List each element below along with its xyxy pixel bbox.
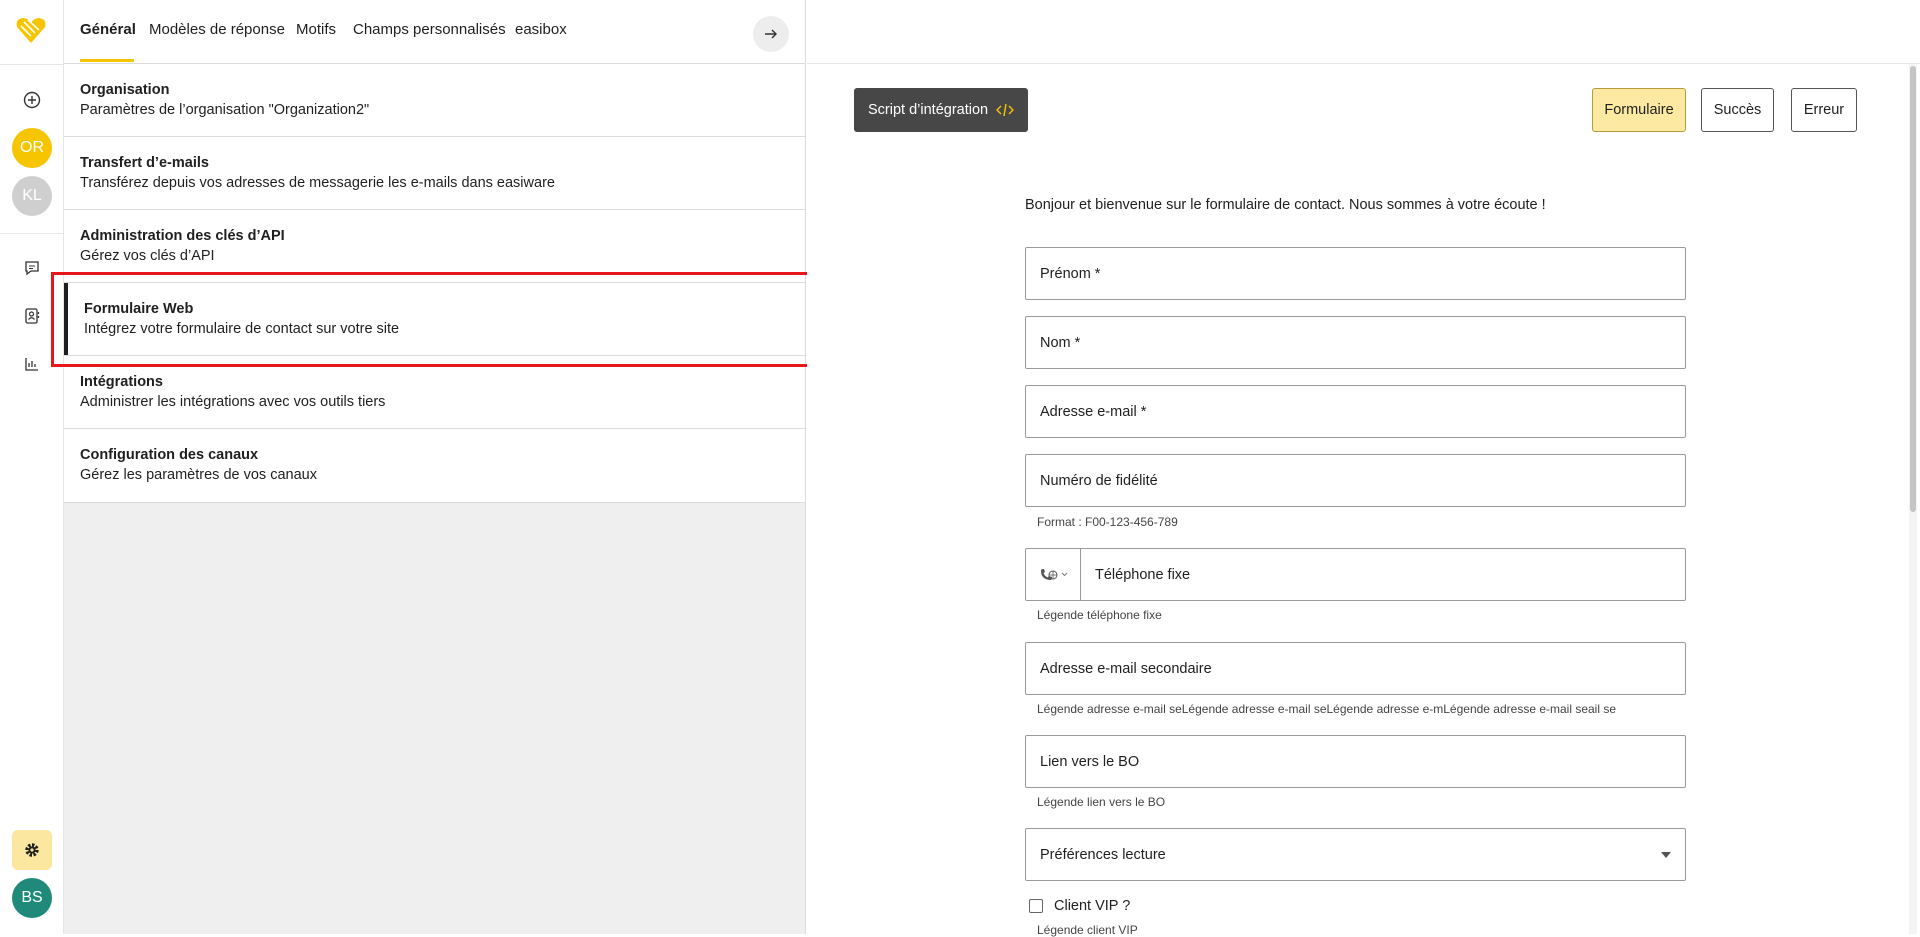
integration-script-label: Script d’intégration bbox=[868, 102, 989, 118]
preview-header bbox=[807, 0, 1920, 64]
menu-item-title: Configuration des canaux bbox=[80, 447, 259, 463]
reading-preferences-label: Préférences lecture bbox=[1040, 846, 1166, 863]
integration-script-button[interactable]: Script d’intégration bbox=[854, 88, 1028, 132]
arrow-right-icon bbox=[765, 29, 777, 39]
secondary-email-legend: Légende adresse e-mail seLégende adresse… bbox=[1037, 702, 1617, 716]
loyalty-legend: Format : F00-123-456-789 bbox=[1037, 515, 1178, 529]
avatar-initials: KL bbox=[22, 187, 42, 204]
menu-item-title: Transfert d’e-mails bbox=[80, 155, 209, 171]
form-welcome-text: Bonjour et bienvenue sur le formulaire d… bbox=[1025, 197, 1546, 213]
menu-item-email-transfer[interactable]: Transfert d’e-mails Transférez depuis vo… bbox=[64, 137, 805, 210]
active-tab-indicator bbox=[80, 59, 134, 62]
tab-response-templates[interactable]: Modèles de réponse bbox=[149, 21, 285, 38]
menu-item-desc: Paramètres de l’organisation "Organizati… bbox=[80, 102, 370, 118]
tab-general[interactable]: Général bbox=[80, 21, 136, 38]
avatar-initials: BS bbox=[21, 889, 43, 906]
gear-icon bbox=[25, 843, 39, 857]
caret-down-icon bbox=[1661, 852, 1671, 858]
settings-button[interactable] bbox=[12, 830, 52, 870]
avatar-or[interactable]: OR bbox=[12, 128, 52, 168]
settings-tabs: Général Modèles de réponse Motifs Champs… bbox=[64, 0, 805, 64]
settings-panel: Général Modèles de réponse Motifs Champs… bbox=[64, 0, 806, 934]
code-icon bbox=[996, 103, 1015, 117]
tab-custom-fields[interactable]: Champs personnalisés bbox=[353, 21, 506, 38]
bo-link-field[interactable]: Lien vers le BO bbox=[1025, 735, 1686, 788]
rail-divider bbox=[0, 233, 63, 234]
form-preview-panel: Script d’intégration Formulaire Succès E… bbox=[807, 0, 1920, 937]
add-icon[interactable] bbox=[22, 90, 42, 110]
menu-item-channels[interactable]: Configuration des canaux Gérez les param… bbox=[64, 429, 805, 502]
scrollbar-thumb[interactable] bbox=[1910, 66, 1916, 512]
vip-checkbox-label: Client VIP ? bbox=[1054, 898, 1131, 914]
menu-item-desc: Administrer les intégrations avec vos ou… bbox=[80, 394, 386, 410]
lastname-field[interactable]: Nom * bbox=[1025, 316, 1686, 369]
loyalty-number-field[interactable]: Numéro de fidélité bbox=[1025, 454, 1686, 507]
reading-preferences-select[interactable]: Préférences lecture bbox=[1025, 828, 1686, 881]
secondary-email-field[interactable]: Adresse e-mail secondaire bbox=[1025, 642, 1686, 695]
tab-easibox[interactable]: easibox bbox=[515, 21, 567, 38]
rail-divider bbox=[0, 64, 63, 65]
error-view-button[interactable]: Erreur bbox=[1791, 88, 1857, 132]
menu-item-desc: Gérez vos clés d’API bbox=[80, 248, 215, 264]
landline-phone-legend: Légende téléphone fixe bbox=[1037, 608, 1162, 622]
menu-item-title: Organisation bbox=[80, 82, 170, 98]
menu-item-title: Administration des clés d’API bbox=[80, 228, 285, 244]
bo-link-legend: Légende lien vers le BO bbox=[1037, 795, 1166, 809]
avatar-initials: OR bbox=[20, 139, 44, 156]
form-view-button[interactable]: Formulaire bbox=[1592, 88, 1686, 132]
chat-icon[interactable] bbox=[22, 258, 42, 278]
menu-item-desc: Transférez depuis vos adresses de messag… bbox=[80, 175, 555, 191]
logo-icon[interactable] bbox=[13, 11, 49, 47]
menu-item-title: Intégrations bbox=[80, 374, 163, 390]
avatar-kl[interactable]: KL bbox=[12, 176, 52, 216]
highlight-box bbox=[51, 272, 819, 367]
phone-icon bbox=[1040, 568, 1057, 580]
next-button[interactable] bbox=[753, 16, 789, 52]
menu-item-organisation[interactable]: Organisation Paramètres de l’organisatio… bbox=[64, 64, 805, 137]
vip-checkbox[interactable] bbox=[1029, 899, 1043, 913]
vip-legend: Légende client VIP bbox=[1037, 923, 1138, 937]
landline-phone-label: Téléphone fixe bbox=[1095, 566, 1191, 583]
email-field[interactable]: Adresse e-mail * bbox=[1025, 385, 1686, 438]
chevron-down-icon bbox=[1061, 572, 1067, 577]
menu-item-desc: Gérez les paramètres de vos canaux bbox=[80, 467, 317, 483]
landline-phone-field[interactable]: Téléphone fixe bbox=[1025, 548, 1686, 601]
tab-motifs[interactable]: Motifs bbox=[296, 21, 336, 38]
app-rail: OR KL BS bbox=[0, 0, 64, 934]
country-code-select[interactable] bbox=[1026, 549, 1081, 600]
avatar-user[interactable]: BS bbox=[12, 878, 52, 918]
firstname-field[interactable]: Prénom * bbox=[1025, 247, 1686, 300]
success-view-button[interactable]: Succès bbox=[1701, 88, 1774, 132]
stats-icon[interactable] bbox=[22, 354, 42, 374]
contacts-icon[interactable] bbox=[22, 306, 42, 326]
